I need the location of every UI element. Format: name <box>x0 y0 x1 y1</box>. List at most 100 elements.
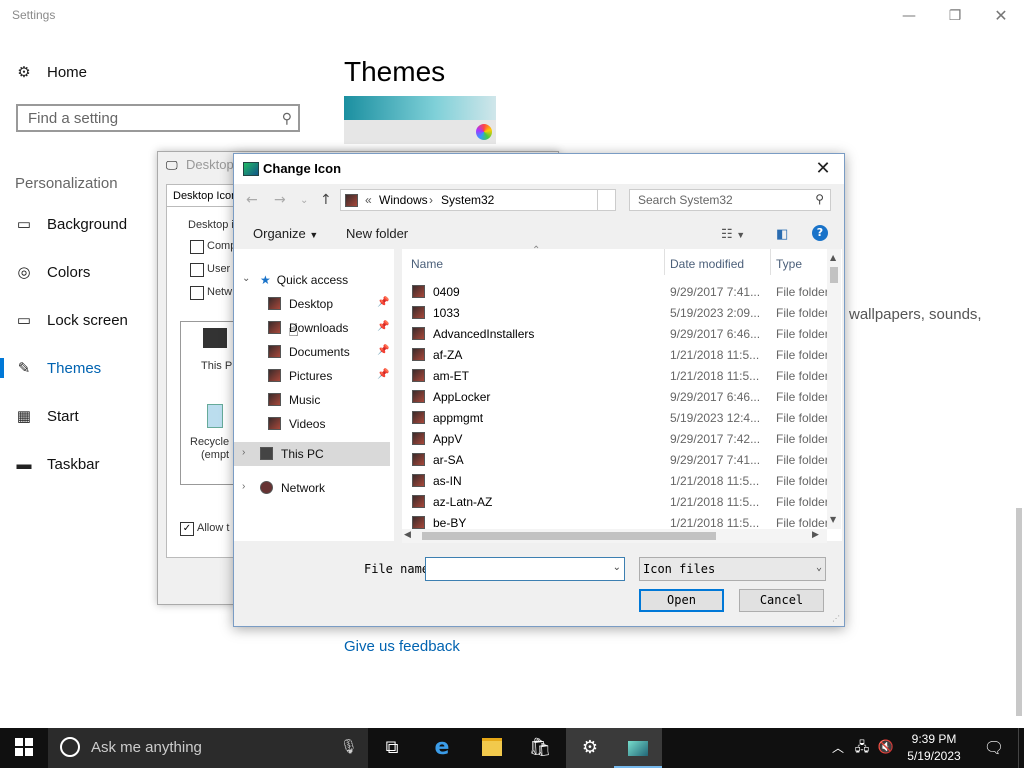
back-arrow-icon[interactable]: ← <box>246 192 258 208</box>
help-icon[interactable]: ? <box>812 225 828 241</box>
pin-icon[interactable]: 📌 <box>377 369 389 380</box>
tree-quick-access[interactable]: ★ Quick access <box>260 273 348 287</box>
organize-button[interactable]: Organize ▼ <box>253 226 318 241</box>
close-icon[interactable]: ✕ <box>808 157 838 181</box>
column-type[interactable]: Type <box>776 257 802 271</box>
pin-icon[interactable]: 📌 <box>377 321 389 332</box>
column-divider[interactable] <box>770 249 771 275</box>
computer-icon <box>260 447 273 460</box>
search-input[interactable]: Find a setting ⚲ <box>16 104 300 132</box>
edge-icon[interactable]: e <box>418 728 466 768</box>
chevron-up-icon[interactable]: ︿ <box>826 728 850 768</box>
vertical-scrollbar[interactable]: ▲ ▼ <box>827 249 841 529</box>
tree-videos[interactable]: Videos <box>268 417 325 431</box>
file-row[interactable]: appmgmt 5/19/2023 12:4... File folder <box>402 408 829 429</box>
file-row[interactable]: af-ZA 1/21/2018 11:5... File folder <box>402 345 829 366</box>
restore-button[interactable]: ❐ <box>932 4 978 28</box>
up-arrow-icon[interactable]: ↑ <box>320 192 332 208</box>
checkbox-computer[interactable] <box>190 240 204 254</box>
scroll-down-icon[interactable]: ▼ <box>830 515 836 524</box>
file-type: File folder <box>776 285 829 299</box>
file-type-select[interactable]: Icon files ⌄ <box>639 557 826 581</box>
theme-preview[interactable] <box>344 96 496 144</box>
recycle-bin-icon <box>207 404 223 428</box>
desktop-properties-app-icon[interactable] <box>614 728 662 768</box>
folder-icon <box>412 495 425 508</box>
file-row[interactable]: az-Latn-AZ 1/21/2018 11:5... File folder <box>402 492 829 513</box>
overflow-chevron: « <box>365 193 372 207</box>
change-icon-dialog: Change Icon ✕ ← → ⌄ ↑ « Windows › System… <box>233 153 845 627</box>
microphone-icon[interactable]: 🎙 <box>340 739 358 755</box>
scrollbar[interactable] <box>1016 508 1022 716</box>
preview-pane-icon[interactable]: ◧ <box>776 226 788 242</box>
windows-start-icon[interactable] <box>0 728 48 768</box>
chevron-right-icon[interactable]: › <box>242 481 245 492</box>
tree-this-pc[interactable]: › This PC <box>234 442 390 466</box>
folder-icon <box>268 345 281 358</box>
task-view-icon[interactable]: ⧉ <box>368 728 416 768</box>
tree-documents[interactable]: Documents <box>268 345 350 359</box>
pin-icon[interactable]: 📌 <box>377 297 389 308</box>
tree-network[interactable]: Network <box>260 481 325 495</box>
checkbox-user[interactable] <box>190 263 204 277</box>
scroll-left-icon[interactable]: ◀ <box>404 530 411 540</box>
action-center-icon[interactable]: 🗨 <box>970 728 1018 768</box>
network-tray-icon[interactable]: 🖧 <box>850 728 874 768</box>
file-list[interactable]: Name ⌃ Date modified Type 0409 9/29/2017 … <box>402 245 842 543</box>
checkbox-allow-themes[interactable]: ✓ <box>180 522 194 536</box>
file-row[interactable]: as-IN 1/21/2018 11:5... File folder <box>402 471 829 492</box>
file-row[interactable]: ar-SA 9/29/2017 7:41... File folder <box>402 450 829 471</box>
chevron-down-icon[interactable]: ⌄ <box>613 562 621 573</box>
nav-home[interactable]: ⚙ Home <box>0 50 330 94</box>
resize-grip-icon[interactable]: ⋰ <box>832 614 840 623</box>
column-date[interactable]: Date modified <box>670 257 744 271</box>
chevron-down-icon[interactable]: ⌄ <box>242 273 250 284</box>
horizontal-scrollbar[interactable]: ◀ ▶ <box>402 529 827 543</box>
taskbar-search[interactable]: Ask me anything 🎙 <box>48 728 368 768</box>
minimize-button[interactable]: — <box>886 4 932 28</box>
tree-music[interactable]: Music <box>268 393 320 407</box>
address-bar[interactable]: « Windows › System32 <box>340 189 616 211</box>
chevron-right-icon[interactable]: › <box>242 447 245 458</box>
view-options-icon[interactable]: ☷ ▼ <box>721 226 745 242</box>
file-row[interactable]: 1033 5/19/2023 2:09... File folder <box>402 303 829 324</box>
column-divider[interactable] <box>664 249 665 275</box>
scroll-right-icon[interactable]: ▶ <box>812 530 819 540</box>
open-button[interactable]: Open <box>639 589 724 612</box>
feedback-link[interactable]: Give us feedback <box>344 638 460 655</box>
file-row[interactable]: 0409 9/29/2017 7:41... File folder <box>402 282 829 303</box>
checkbox-label: User <box>207 263 231 275</box>
checkbox-network[interactable] <box>190 286 204 300</box>
breadcrumb-windows[interactable]: Windows <box>379 193 428 207</box>
file-explorer-icon[interactable] <box>468 728 516 768</box>
pin-icon[interactable]: 📌 <box>377 345 389 356</box>
tree-downloads[interactable]: Downloads <box>268 321 348 335</box>
cancel-button[interactable]: Cancel <box>739 589 824 612</box>
folder-search-input[interactable]: Search System32 ⚲ <box>629 189 831 211</box>
scroll-thumb[interactable] <box>830 267 838 283</box>
tree-desktop[interactable]: Desktop <box>268 297 333 311</box>
file-type: File folder <box>776 327 829 341</box>
file-row[interactable]: AppLocker 9/29/2017 6:46... File folder <box>402 387 829 408</box>
file-row[interactable]: AdvancedInstallers 9/29/2017 6:46... File … <box>402 324 829 345</box>
volume-muted-icon[interactable]: 🔇 <box>874 728 898 768</box>
breadcrumb-system32[interactable]: System32 <box>441 193 494 207</box>
file-row[interactable]: am-ET 1/21/2018 11:5... File folder <box>402 366 829 387</box>
store-icon[interactable]: 🛍 <box>516 728 564 768</box>
settings-app-icon[interactable]: ⚙ <box>566 728 614 768</box>
new-folder-button[interactable]: New folder <box>346 226 408 241</box>
tree-pictures[interactable]: Pictures <box>268 369 332 383</box>
file-name: af-ZA <box>433 348 463 362</box>
show-desktop-button[interactable] <box>1018 728 1024 768</box>
forward-arrow-icon[interactable]: → <box>274 192 286 208</box>
scroll-thumb[interactable] <box>422 532 716 540</box>
dialog-titlebar[interactable]: Change Icon ✕ <box>234 154 844 184</box>
file-date: 5/19/2023 12:4... <box>670 411 761 425</box>
chevron-down-icon[interactable]: ⌄ <box>300 195 308 206</box>
scroll-up-icon[interactable]: ▲ <box>830 253 836 262</box>
clock[interactable]: 9:39 PM 5/19/2023 <box>898 731 970 765</box>
file-name-input[interactable]: ⌄ <box>425 557 625 581</box>
column-name[interactable]: Name <box>411 257 443 271</box>
file-row[interactable]: AppV 9/29/2017 7:42... File folder <box>402 429 829 450</box>
close-button[interactable]: ✕ <box>978 4 1024 28</box>
